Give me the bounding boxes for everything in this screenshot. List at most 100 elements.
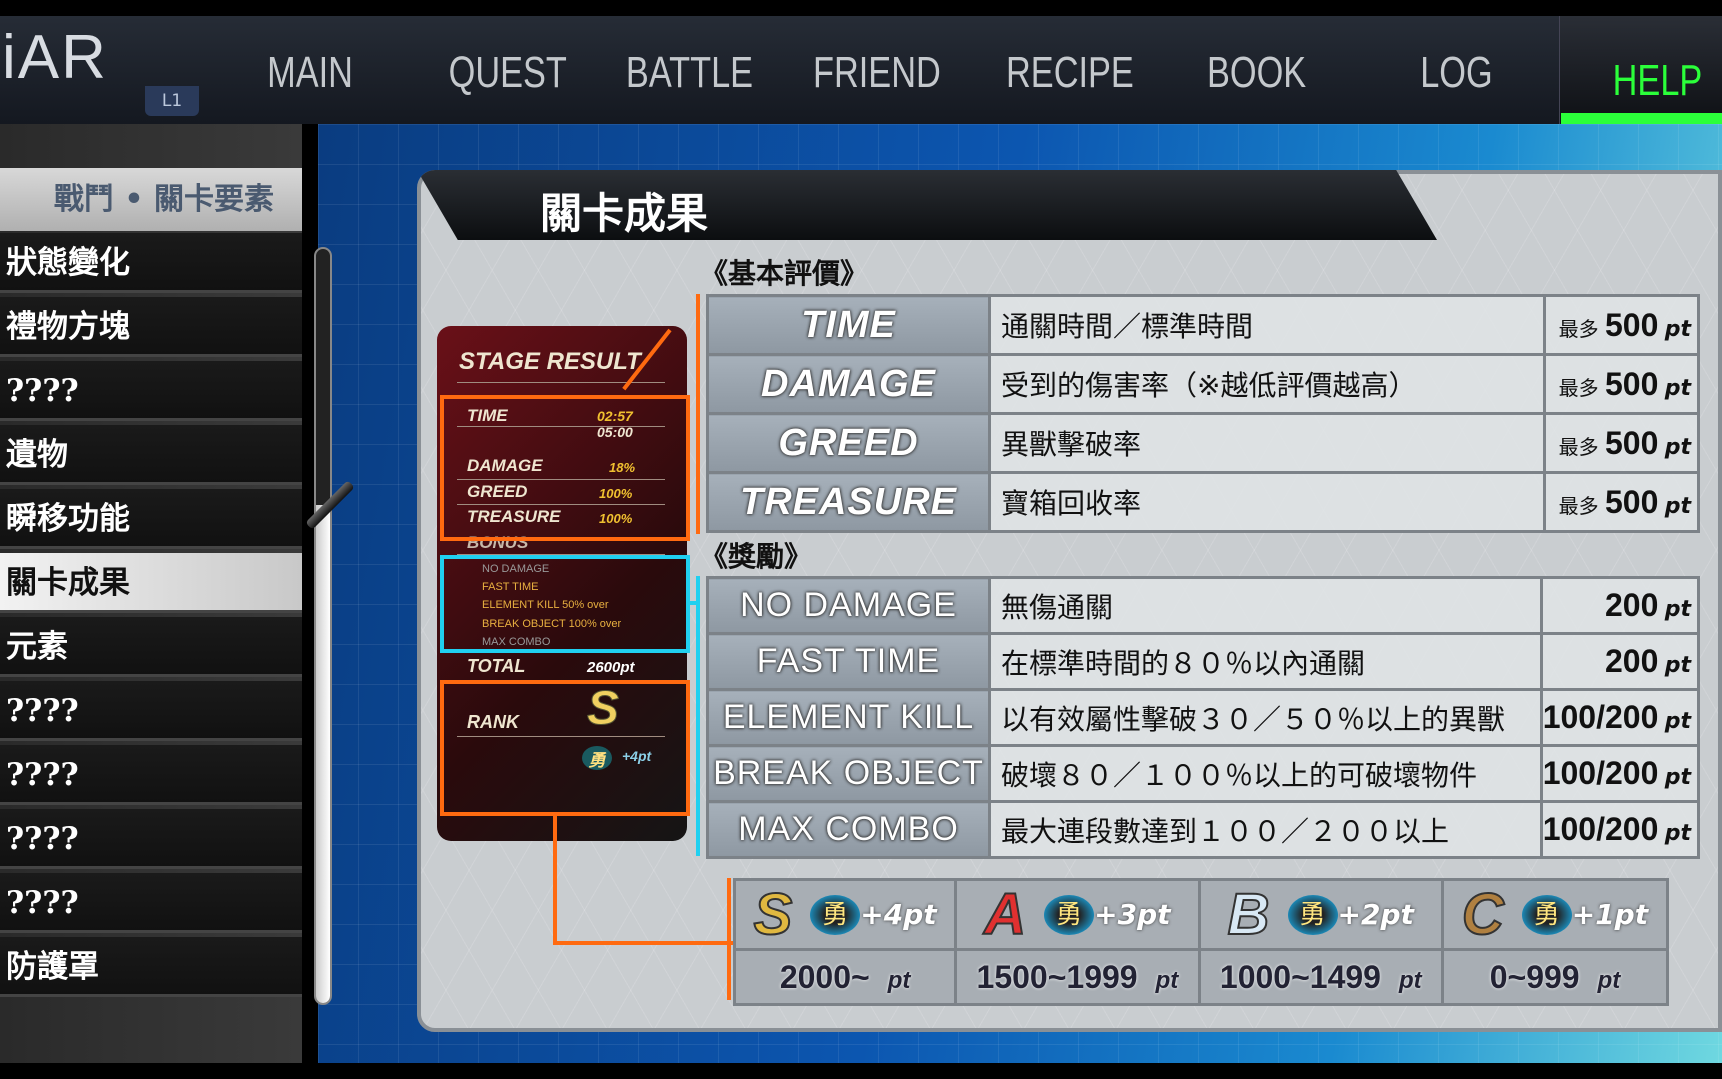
rank-cell: B 勇 +2pt (1197, 878, 1444, 951)
sidebar-item[interactable]: 瞬移功能 (0, 489, 302, 549)
table-row: NO DAMAGE 無傷通關 200 pt (706, 576, 1701, 635)
max-prefix: 最多 (1558, 434, 1599, 459)
rank-cell: C 勇 +1pt (1440, 878, 1670, 951)
rank-unit: pt (887, 966, 911, 994)
points-unit: pt (1664, 653, 1691, 678)
sidebar-item[interactable]: ???? (0, 745, 302, 805)
scrollbar-thumb[interactable] (316, 505, 330, 1003)
row-label: NO DAMAGE (706, 576, 991, 635)
rank-range: 2000~ (779, 958, 870, 995)
connector-bonus-tick (690, 601, 700, 605)
tab-quest[interactable]: QUEST (449, 48, 567, 98)
points-value: 200 (1604, 587, 1659, 623)
row-label: DAMAGE (706, 353, 991, 415)
points-value: 500 (1604, 365, 1659, 402)
row-label: MAX COMBO (706, 800, 991, 859)
max-prefix: 最多 (1558, 493, 1599, 518)
sidebar-item[interactable]: ???? (0, 681, 302, 741)
row-label: TIME (706, 294, 991, 356)
tab-battle[interactable]: BATTLE (626, 48, 753, 98)
sidebar-item[interactable]: 防護罩 (0, 937, 302, 997)
rank-cell: S 勇 +4pt (732, 878, 958, 951)
connector-rank (553, 816, 557, 945)
basic-evaluation-table: TIME 通關時間／標準時間 最多 500 pt DAMAGE 受到的傷害率（※越… (706, 294, 1700, 533)
max-prefix: 最多 (1558, 316, 1599, 341)
row-points: 最多 500 pt (1543, 412, 1700, 474)
rank-range-cell: 2000~ pt (732, 948, 958, 1006)
rank-unit: pt (1398, 966, 1422, 994)
sidebar-item[interactable]: ???? (0, 809, 302, 869)
rank-unit: pt (1597, 966, 1621, 994)
row-description: 破壞８０／１００％以上的可破壞物件 (988, 744, 1543, 803)
sidebar-item[interactable]: 元素 (0, 617, 302, 677)
rank-range: 1000~1499 (1219, 958, 1381, 995)
row-label: TREASURE (706, 471, 991, 533)
brave-icon: 勇 (1287, 894, 1338, 935)
tab-book[interactable]: BOOK (1207, 48, 1306, 98)
rank-cell: A 勇 +3pt (954, 878, 1201, 951)
sidebar-item[interactable]: 遺物 (0, 425, 302, 485)
points-value: 100/200 (1542, 699, 1659, 735)
sidebar-item[interactable]: ???? (0, 873, 302, 933)
brave-bonus: +3pt (1094, 898, 1171, 931)
tab-help[interactable]: HELP (1613, 56, 1703, 106)
row-points: 最多 500 pt (1543, 471, 1700, 533)
row-description: 以有效屬性擊破３０／５０％以上的異獸 (988, 688, 1543, 747)
row-description: 寶箱回收率 (988, 471, 1546, 533)
rank-range: 1500~1999 (976, 958, 1138, 995)
sidebar-item[interactable]: 禮物方塊 (0, 297, 302, 357)
row-description: 無傷通關 (988, 576, 1543, 635)
max-prefix: 最多 (1558, 375, 1599, 400)
rank-table: S 勇 +4pt A 勇 +3pt B 勇 +2pt C 勇 +1pt 2000~ pt 1500~1999… (732, 878, 1670, 1006)
highlight-rank (440, 680, 690, 816)
points-unit: pt (1664, 316, 1691, 342)
row-points: 最多 500 pt (1543, 353, 1700, 415)
rank-letter-icon: B (1227, 881, 1271, 948)
row-points: 200 pt (1539, 632, 1701, 691)
points-value: 500 (1604, 424, 1659, 461)
sidebar-item[interactable]: 關卡成果 (0, 553, 302, 613)
row-label: ELEMENT KILL (706, 688, 991, 747)
table-row: ELEMENT KILL 以有效屬性擊破３０／５０％以上的異獸 100/200 … (706, 688, 1701, 747)
table-row: TIME 通關時間／標準時間 最多 500 pt (706, 294, 1700, 356)
points-value: 100/200 (1542, 755, 1659, 791)
row-description: 通關時間／標準時間 (988, 294, 1546, 356)
highlight-bonus (440, 555, 690, 653)
points-value: 500 (1604, 483, 1659, 520)
rank-letter-icon: A (983, 881, 1027, 948)
bonus-table: NO DAMAGE 無傷通關 200 pt FAST TIME 在標準時間的８０％… (706, 576, 1701, 859)
sidebar-item[interactable]: ???? (0, 361, 302, 421)
row-label: BREAK OBJECT (706, 744, 991, 803)
sidebar-item[interactable]: 狀態變化 (0, 233, 302, 293)
row-label: FAST TIME (706, 632, 991, 691)
rank-range-cell: 1000~1499 pt (1197, 948, 1444, 1006)
total-value: 2600pt (587, 659, 635, 676)
row-points: 200 pt (1539, 576, 1701, 635)
points-value: 500 (1604, 306, 1659, 343)
table-row: MAX COMBO 最大連段數達到１００／２００以上 100/200 pt (706, 800, 1701, 859)
l1-button-badge[interactable]: L1 (145, 86, 199, 116)
points-value: 200 (1604, 643, 1659, 679)
rank-range-cell: 0~999 pt (1440, 948, 1670, 1006)
table-row: BREAK OBJECT 破壞８０／１００％以上的可破壞物件 100/200 p… (706, 744, 1701, 803)
tab-log[interactable]: LOG (1420, 48, 1492, 98)
card-title: STAGE RESULT (459, 348, 641, 375)
tab-main[interactable]: MAIN (267, 48, 353, 98)
row-description: 受到的傷害率（※越低評價越高） (988, 353, 1546, 415)
tab-friend[interactable]: FRIEND (813, 48, 941, 98)
row-points: 最多 500 pt (1543, 294, 1700, 356)
tab-recipe[interactable]: RECIPE (1006, 48, 1134, 98)
points-unit: pt (1664, 493, 1691, 519)
row-points: 100/200 pt (1539, 800, 1701, 859)
brave-icon: 勇 (1521, 894, 1572, 935)
table-row: TREASURE 寶箱回收率 最多 500 pt (706, 471, 1700, 533)
row-label: GREED (706, 412, 991, 474)
rank-range-cell: 1500~1999 pt (954, 948, 1201, 1006)
points-value: 100/200 (1542, 811, 1659, 847)
points-unit: pt (1664, 709, 1691, 734)
row-description: 異獸擊破率 (988, 412, 1546, 474)
row-description: 在標準時間的８０％以內通關 (988, 632, 1543, 691)
points-unit: pt (1664, 375, 1691, 401)
brave-icon: 勇 (1044, 894, 1095, 935)
row-points: 100/200 pt (1539, 688, 1701, 747)
